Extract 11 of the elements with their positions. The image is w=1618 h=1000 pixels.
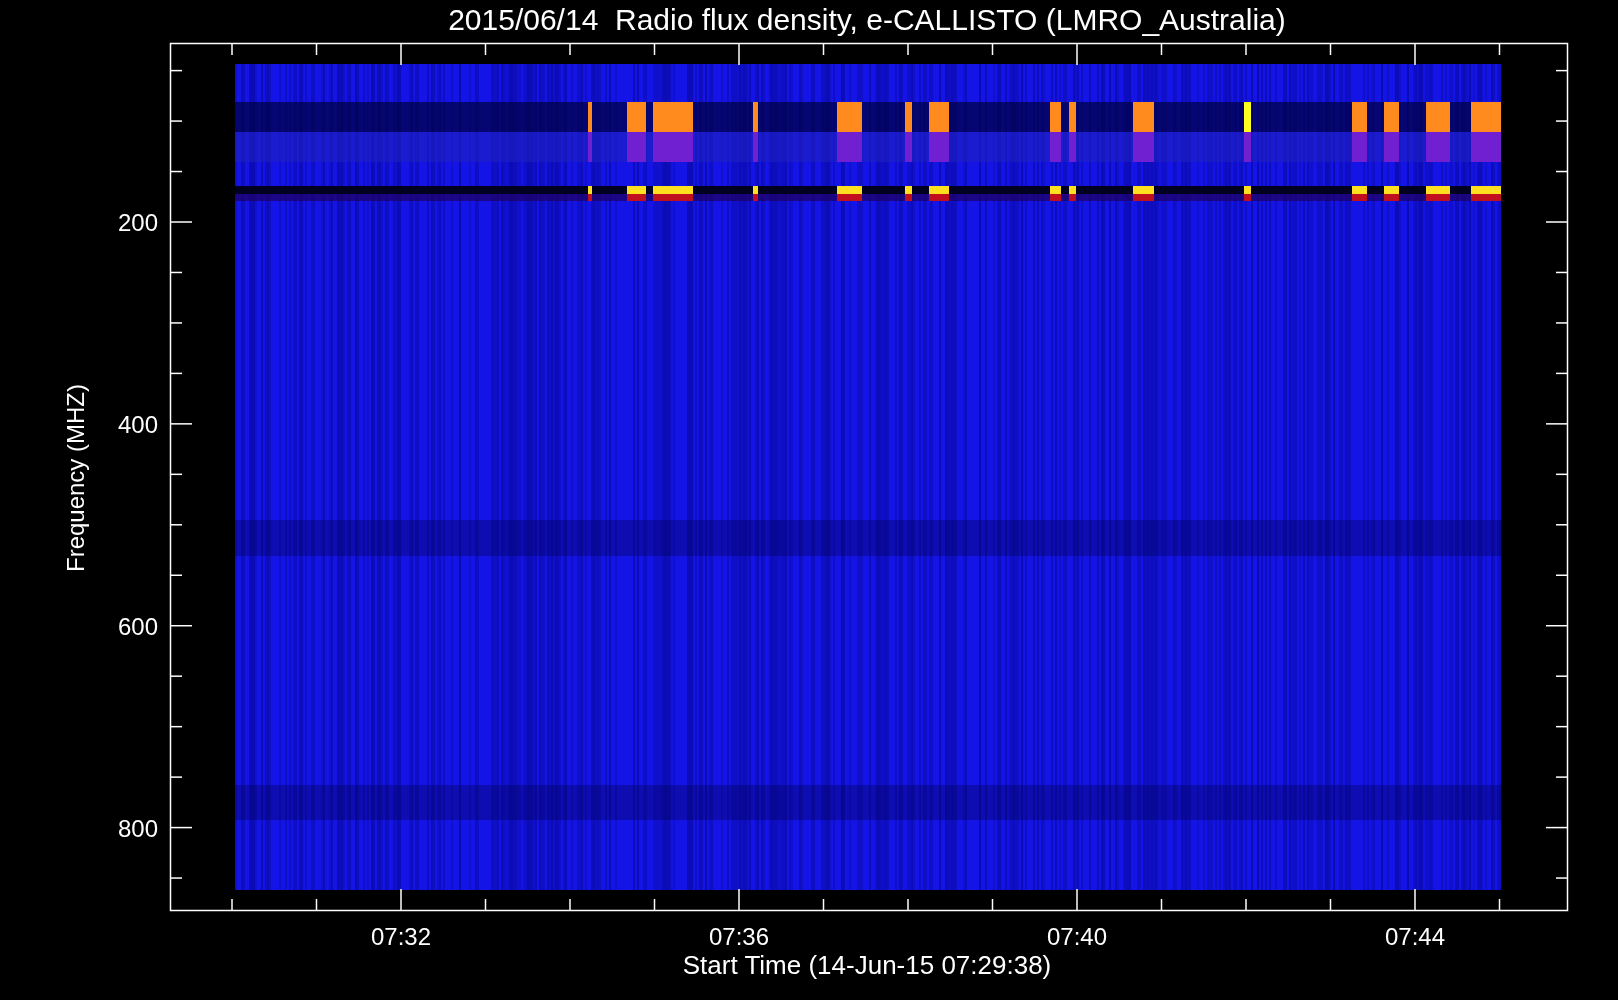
x-tick-label: 07:44 <box>1384 923 1446 950</box>
y-tick-label: 200 <box>117 209 158 236</box>
y-tick-label: 400 <box>117 410 158 438</box>
y-tick-label: 800 <box>117 814 158 842</box>
x-tick-label: 07:36 <box>708 923 770 950</box>
x-tick-label: 07:32 <box>370 923 432 950</box>
x-tick-label: 07:40 <box>1046 923 1108 950</box>
x-axis-label: Start Time (14-Jun-15 07:29:38) <box>682 950 1052 980</box>
chart-title: 2015/06/14 Radio flux density, e-CALLISTO (LMRO_Australia) <box>448 3 1286 36</box>
y-tick-label: 600 <box>117 612 158 640</box>
y-axis-label: Frequency (MHZ) <box>62 384 89 572</box>
